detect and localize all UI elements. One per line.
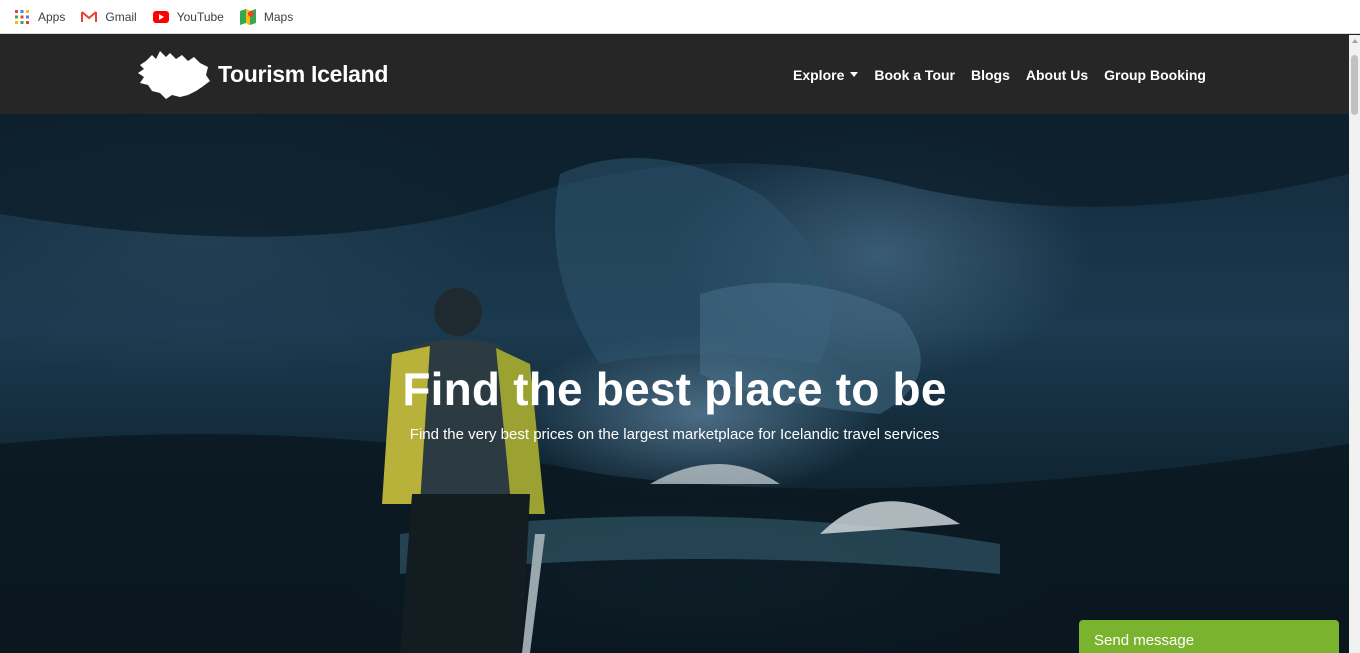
hero-content: Find the best place to be Find the very … <box>0 362 1349 443</box>
main-nav: Explore Book a Tour Blogs About Us Group… <box>793 35 1206 114</box>
hero-title: Find the best place to be <box>402 363 947 415</box>
iceland-map-icon <box>138 51 210 99</box>
bookmark-label: YouTube <box>176 9 224 24</box>
nav-group-booking[interactable]: Group Booking <box>1104 67 1206 83</box>
scroll-thumb[interactable] <box>1351 55 1358 115</box>
bookmark-label: Apps <box>38 9 66 24</box>
nav-explore-label: Explore <box>793 66 845 83</box>
apps-grid-icon <box>14 9 30 25</box>
youtube-icon <box>152 9 169 25</box>
caret-down-icon <box>850 72 859 77</box>
hero-subtitle: Find the very best prices on the largest… <box>409 426 940 443</box>
bookmark-apps[interactable]: Apps <box>14 9 65 25</box>
site-logo[interactable]: Tourism Iceland <box>136 47 388 101</box>
send-message-button[interactable]: Send message <box>1079 620 1339 653</box>
site-header: Tourism Iceland Explore Book a Tour Blog… <box>0 35 1349 114</box>
bookmark-label: Gmail <box>105 9 137 24</box>
bookmark-youtube[interactable]: YouTube <box>152 9 224 25</box>
nav-about-us[interactable]: About Us <box>1026 67 1088 83</box>
nav-explore[interactable]: Explore <box>793 66 859 83</box>
bookmark-gmail[interactable]: Gmail <box>81 9 137 25</box>
maps-icon <box>239 8 256 25</box>
logo-text: Tourism Iceland <box>218 60 389 87</box>
nav-book-tour[interactable]: Book a Tour <box>874 67 955 83</box>
hiker-figure <box>382 288 545 653</box>
nav-blogs[interactable]: Blogs <box>971 67 1010 83</box>
scroll-up-icon[interactable] <box>1352 39 1358 43</box>
bookmark-label: Maps <box>263 9 294 24</box>
hero-section: Find the best place to be Find the very … <box>0 114 1349 653</box>
bookmarks-bar: Apps Gmail YouTube Maps <box>0 0 1360 34</box>
gmail-icon <box>81 9 98 25</box>
bookmark-maps[interactable]: Maps <box>239 8 294 25</box>
page-scrollbar[interactable] <box>1349 35 1360 653</box>
